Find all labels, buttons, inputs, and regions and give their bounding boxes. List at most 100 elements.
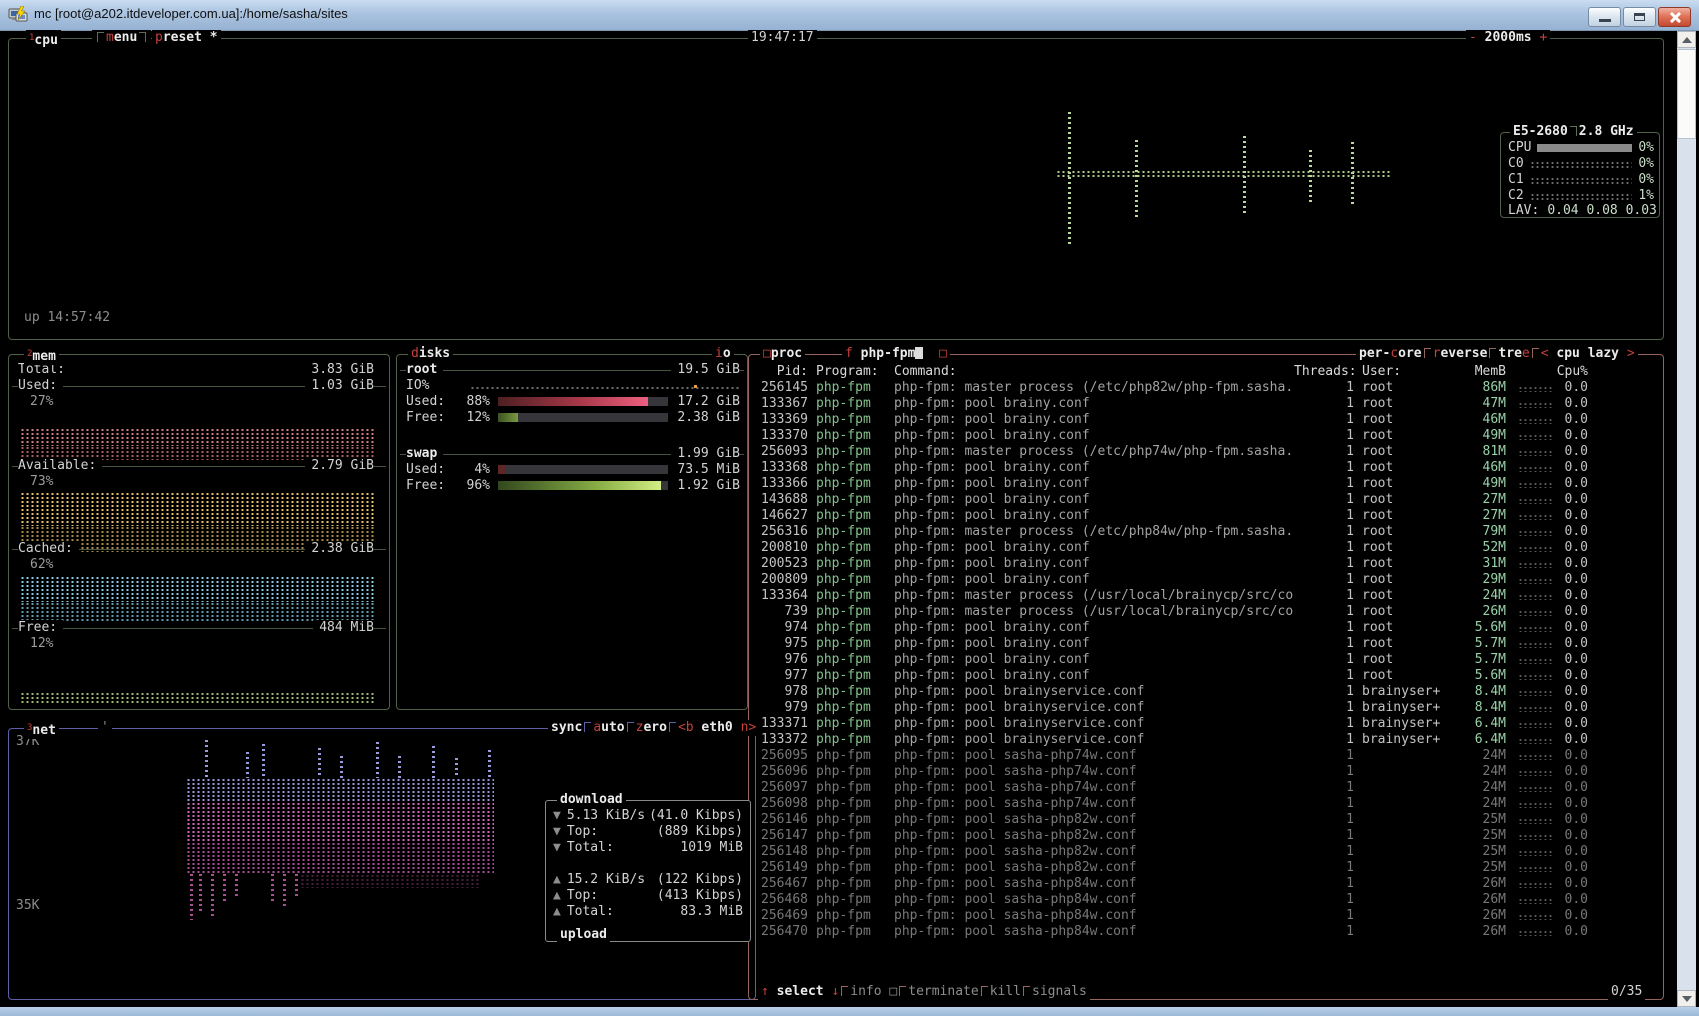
process-row[interactable]: 146627 php-fpm php-fpm: pool brainy.conf… bbox=[756, 508, 1636, 524]
threads-cell: 1 bbox=[1294, 428, 1354, 444]
iface-prev-button[interactable]: <b bbox=[678, 720, 694, 735]
menu-button[interactable]: menu bbox=[92, 30, 151, 46]
process-row[interactable]: 200523 php-fpm php-fpm: pool brainy.conf… bbox=[756, 556, 1636, 572]
cpu-graph-spike bbox=[1309, 150, 1312, 202]
terminate-button[interactable]: terminate bbox=[908, 984, 978, 999]
process-row[interactable]: 256148 php-fpm php-fpm: pool sasha-php82… bbox=[756, 844, 1636, 860]
clock: 19:47:17 bbox=[748, 30, 817, 46]
zero-toggle[interactable]: zero bbox=[636, 720, 667, 735]
cpu-history-meter bbox=[1518, 626, 1554, 632]
mem-cell: 25M bbox=[1454, 860, 1506, 876]
process-row[interactable]: 256469 php-fpm php-fpm: pool sasha-php84… bbox=[756, 908, 1636, 924]
col-program[interactable]: Program: bbox=[816, 364, 886, 380]
process-row[interactable]: 133371 php-fpm php-fpm: pool brainyservi… bbox=[756, 716, 1636, 732]
io-mode-button[interactable]: io bbox=[712, 346, 734, 362]
kill-button[interactable]: kill bbox=[990, 984, 1021, 999]
reverse-toggle[interactable]: reverse bbox=[1433, 346, 1488, 361]
col-user[interactable]: User: bbox=[1362, 364, 1454, 380]
process-row[interactable]: 256095 php-fpm php-fpm: pool sasha-php74… bbox=[756, 748, 1636, 764]
mem-free-graph bbox=[20, 692, 376, 705]
sort-next-button[interactable]: > bbox=[1627, 346, 1635, 361]
process-row[interactable]: 200809 php-fpm php-fpm: pool brainy.conf… bbox=[756, 572, 1636, 588]
window-bottom-border bbox=[0, 1007, 1699, 1016]
preset-button[interactable]: preset * bbox=[152, 30, 221, 46]
process-row[interactable]: 256316 php-fpm php-fpm: master process (… bbox=[756, 524, 1636, 540]
sort-prev-button[interactable]: < bbox=[1541, 346, 1549, 361]
proc-box-title[interactable]: □proc bbox=[760, 346, 805, 362]
user-cell: root bbox=[1362, 636, 1454, 652]
net-box-title[interactable]: 3net bbox=[24, 720, 59, 739]
process-row[interactable]: 256468 php-fpm php-fpm: pool sasha-php84… bbox=[756, 892, 1636, 908]
process-row[interactable]: 256098 php-fpm php-fpm: pool sasha-php74… bbox=[756, 796, 1636, 812]
process-row[interactable]: 256093 php-fpm php-fpm: master process (… bbox=[756, 444, 1636, 460]
threads-cell: 1 bbox=[1294, 412, 1354, 428]
user-cell bbox=[1362, 844, 1454, 860]
cpu-history-meter bbox=[1518, 674, 1554, 680]
process-row[interactable]: 133368 php-fpm php-fpm: pool brainy.conf… bbox=[756, 460, 1636, 476]
signals-button[interactable]: signals bbox=[1032, 984, 1087, 999]
per-core-toggle[interactable]: per-core bbox=[1359, 346, 1422, 361]
maximize-button[interactable] bbox=[1623, 7, 1656, 27]
mem-box-title[interactable]: 2mem bbox=[24, 346, 59, 365]
iface-next-button[interactable]: n> bbox=[741, 720, 757, 735]
process-row[interactable]: 978 php-fpm php-fpm: pool brainyservice.… bbox=[756, 684, 1636, 700]
process-row[interactable]: 256147 php-fpm php-fpm: pool sasha-php82… bbox=[756, 828, 1636, 844]
process-row[interactable]: 256146 php-fpm php-fpm: pool sasha-php82… bbox=[756, 812, 1636, 828]
process-row[interactable]: 133369 php-fpm php-fpm: pool brainy.conf… bbox=[756, 412, 1636, 428]
minimize-button[interactable] bbox=[1588, 7, 1621, 27]
interval-plus-button[interactable]: + bbox=[1539, 30, 1547, 45]
process-row[interactable]: 133364 php-fpm php-fpm: master process (… bbox=[756, 588, 1636, 604]
process-row[interactable]: 975 php-fpm php-fpm: pool brainy.conf 1 … bbox=[756, 636, 1636, 652]
auto-toggle[interactable]: auto bbox=[593, 720, 624, 735]
select-up-arrow[interactable]: ↑ bbox=[761, 984, 769, 999]
col-command[interactable]: Command: bbox=[886, 364, 1294, 380]
scroll-up-button[interactable] bbox=[1677, 31, 1696, 48]
disks-box-title[interactable]: disks bbox=[408, 346, 453, 362]
command-cell: php-fpm: pool sasha-php74w.conf bbox=[886, 748, 1294, 764]
proc-filter-field[interactable]: f php-fpm □ bbox=[842, 346, 950, 362]
process-row[interactable]: 256470 php-fpm php-fpm: pool sasha-php84… bbox=[756, 924, 1636, 940]
process-row[interactable]: 133366 php-fpm php-fpm: pool brainy.conf… bbox=[756, 476, 1636, 492]
cpu-cell: 0.0 bbox=[1554, 636, 1588, 652]
process-row[interactable]: 256096 php-fpm php-fpm: pool sasha-php74… bbox=[756, 764, 1636, 780]
interval-minus-button[interactable]: - bbox=[1469, 30, 1477, 45]
process-row[interactable]: 739 php-fpm php-fpm: master process (/us… bbox=[756, 604, 1636, 620]
pid-cell: 979 bbox=[756, 700, 808, 716]
process-row[interactable]: 143688 php-fpm php-fpm: pool brainy.conf… bbox=[756, 492, 1636, 508]
scrollbar[interactable] bbox=[1677, 31, 1696, 1007]
tree-toggle[interactable]: tree bbox=[1498, 346, 1529, 361]
mem-cell: 29M bbox=[1454, 572, 1506, 588]
cpu-graph-baseline bbox=[1056, 170, 1392, 178]
process-row[interactable]: 976 php-fpm php-fpm: pool brainy.conf 1 … bbox=[756, 652, 1636, 668]
close-button[interactable] bbox=[1658, 7, 1691, 27]
col-mem[interactable]: MemB bbox=[1454, 364, 1506, 380]
col-cpu[interactable]: Cpu% bbox=[1554, 364, 1588, 380]
info-button[interactable]: info bbox=[850, 984, 881, 999]
mem-cell: 86M bbox=[1454, 380, 1506, 396]
process-row[interactable]: 974 php-fpm php-fpm: pool brainy.conf 1 … bbox=[756, 620, 1636, 636]
upload-title: upload bbox=[557, 927, 610, 943]
down-arrow-icon: ▼ bbox=[553, 840, 561, 856]
process-row[interactable]: 979 php-fpm php-fpm: pool brainyservice.… bbox=[756, 700, 1636, 716]
scroll-down-button[interactable] bbox=[1677, 990, 1696, 1007]
pid-cell: 133367 bbox=[756, 396, 808, 412]
process-row[interactable]: 133367 php-fpm php-fpm: pool brainy.conf… bbox=[756, 396, 1636, 412]
process-row[interactable]: 256149 php-fpm php-fpm: pool sasha-php82… bbox=[756, 860, 1636, 876]
col-pid[interactable]: Pid: bbox=[756, 364, 808, 380]
process-row[interactable]: 200810 php-fpm php-fpm: pool brainy.conf… bbox=[756, 540, 1636, 556]
process-row[interactable]: 133370 php-fpm php-fpm: pool brainy.conf… bbox=[756, 428, 1636, 444]
select-button[interactable]: select bbox=[777, 984, 824, 999]
process-row[interactable]: 256097 php-fpm php-fpm: pool sasha-php74… bbox=[756, 780, 1636, 796]
user-cell: root bbox=[1362, 540, 1454, 556]
cpu-history-meter bbox=[1518, 706, 1554, 712]
col-threads[interactable]: Threads: bbox=[1294, 364, 1354, 380]
process-row[interactable]: 133372 php-fpm php-fpm: pool brainyservi… bbox=[756, 732, 1636, 748]
select-down-arrow[interactable]: ↓ bbox=[831, 984, 839, 999]
scrollbar-thumb[interactable] bbox=[1677, 49, 1696, 139]
process-row[interactable]: 256145 php-fpm php-fpm: master process (… bbox=[756, 380, 1636, 396]
cpu-box-title[interactable]: 1cpu bbox=[26, 30, 61, 49]
process-row[interactable]: 977 php-fpm php-fpm: pool brainy.conf 1 … bbox=[756, 668, 1636, 684]
mem-cell: 24M bbox=[1454, 796, 1506, 812]
sync-toggle[interactable]: sync bbox=[551, 720, 582, 735]
process-row[interactable]: 256467 php-fpm php-fpm: pool sasha-php84… bbox=[756, 876, 1636, 892]
